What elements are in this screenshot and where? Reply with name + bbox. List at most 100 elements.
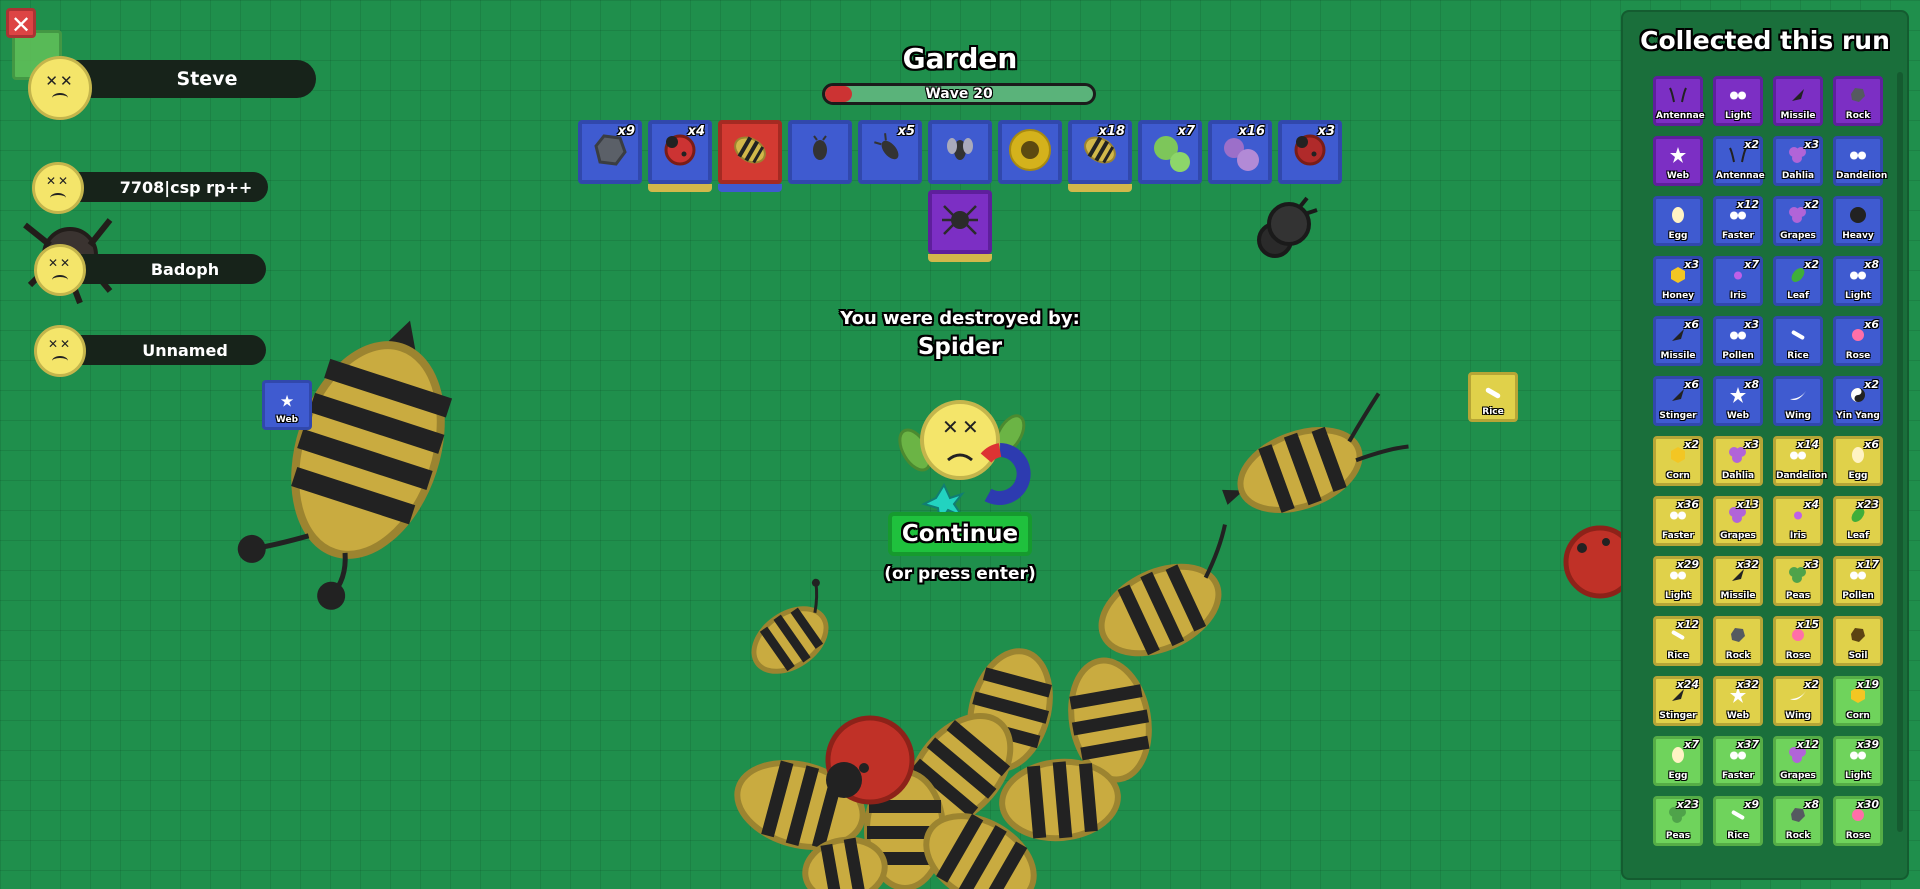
ground-drop-rice[interactable]: Rice <box>1468 372 1518 422</box>
collected-item-faster[interactable]: Faster x12 <box>1713 196 1763 246</box>
bee-mob <box>1222 392 1409 513</box>
collected-item-pollen[interactable]: Pollen x17 <box>1833 556 1883 606</box>
collected-item-iris[interactable]: Iris x7 <box>1713 256 1763 306</box>
collected-item-wing[interactable]: Wing x2 <box>1773 676 1823 726</box>
item-name: Light <box>1665 591 1691 601</box>
iris-icon <box>1791 508 1805 527</box>
collected-item-honey[interactable]: Honey x3 <box>1653 256 1703 306</box>
collected-item-faster[interactable]: Faster x36 <box>1653 496 1703 546</box>
collected-item-light[interactable]: Light x39 <box>1833 736 1883 786</box>
loadout-slot[interactable]: x16 <box>1208 120 1272 184</box>
loadout-slot[interactable]: x4 <box>648 120 712 192</box>
collected-item-leaf[interactable]: Leaf x2 <box>1773 256 1823 306</box>
item-name: Light <box>1845 291 1871 301</box>
collected-item-light[interactable]: Light x29 <box>1653 556 1703 606</box>
collected-item-light[interactable]: Light <box>1713 76 1763 126</box>
player-avatar-icon: ✕✕ <box>32 162 84 214</box>
collected-item-egg[interactable]: Egg <box>1653 196 1703 246</box>
collected-item-missile[interactable]: Missile x6 <box>1653 316 1703 366</box>
item-count: x8 <box>1804 798 1819 811</box>
item-count: x12 <box>1736 198 1759 211</box>
item-name: Rock <box>1725 651 1751 661</box>
collected-item-rock[interactable]: Rock x8 <box>1773 796 1823 846</box>
item-name: Grapes <box>1780 231 1816 241</box>
collected-item-web[interactable]: Web x32 <box>1713 676 1763 726</box>
loadout-slot[interactable] <box>998 120 1062 184</box>
collected-item-egg[interactable]: Egg x7 <box>1653 736 1703 786</box>
collected-item-leaf[interactable]: Leaf x23 <box>1833 496 1883 546</box>
item-name: Missile <box>1660 351 1696 361</box>
item-count: x3 <box>1804 138 1819 151</box>
item-name: Wing <box>1785 411 1811 421</box>
collected-item-stinger[interactable]: Stinger x6 <box>1653 376 1703 426</box>
collected-item-grapes[interactable]: Grapes x13 <box>1713 496 1763 546</box>
collected-item-peas[interactable]: Peas x23 <box>1653 796 1703 846</box>
item-count: x37 <box>1736 738 1759 751</box>
collected-item-rose[interactable]: Rose x15 <box>1773 616 1823 666</box>
collected-item-web[interactable]: Web <box>1653 136 1703 186</box>
loadout-slot[interactable]: x9 <box>578 120 642 184</box>
collected-item-corn[interactable]: Corn x2 <box>1653 436 1703 486</box>
item-name: Rice <box>1787 351 1809 361</box>
collected-item-iris[interactable]: Iris x4 <box>1773 496 1823 546</box>
item-count: x7 <box>1744 258 1759 271</box>
loadout-slot[interactable] <box>928 120 992 184</box>
item-count: x39 <box>1856 738 1879 751</box>
collected-item-antennae[interactable]: Antennae <box>1653 76 1705 126</box>
collected-item-rock[interactable]: Rock <box>1833 76 1883 126</box>
item-count: x9 <box>1744 798 1759 811</box>
secondary-slot[interactable] <box>928 190 992 262</box>
item-count: x2 <box>1804 198 1819 211</box>
collected-item-rose[interactable]: Rose x30 <box>1833 796 1883 846</box>
collected-item-faster[interactable]: Faster x37 <box>1713 736 1763 786</box>
slot-count: x4 <box>687 124 705 139</box>
collected-item-wing[interactable]: Wing <box>1773 376 1823 426</box>
collected-item-light[interactable]: Light x8 <box>1833 256 1883 306</box>
wave-progress-bar: Wave 20 <box>822 83 1096 105</box>
collected-item-rice[interactable]: Rice <box>1773 316 1823 366</box>
loadout-slot[interactable]: x5 <box>858 120 922 184</box>
item-name: Corn <box>1666 471 1690 481</box>
ground-drop-web[interactable]: ★ Web <box>262 380 312 430</box>
collected-item-missile[interactable]: Missile x32 <box>1713 556 1763 606</box>
loadout-slot[interactable] <box>718 120 782 192</box>
collected-title: Collected this run <box>1640 26 1890 55</box>
item-name: Stinger <box>1659 411 1697 421</box>
collected-item-yin-yang[interactable]: Yin Yang x2 <box>1833 376 1883 426</box>
collected-item-pollen[interactable]: Pollen x3 <box>1713 316 1763 366</box>
collected-item-dahlia[interactable]: Dahlia x3 <box>1713 436 1763 486</box>
antennae-icon <box>1668 86 1688 108</box>
collected-item-dahlia[interactable]: Dahlia x3 <box>1773 136 1823 186</box>
collected-item-web[interactable]: Web x8 <box>1713 376 1763 426</box>
collected-item-peas[interactable]: Peas x3 <box>1773 556 1823 606</box>
collected-item-soil[interactable]: Soil <box>1833 616 1883 666</box>
collected-item-stinger[interactable]: Stinger x24 <box>1653 676 1703 726</box>
collected-item-rock[interactable]: Rock <box>1713 616 1763 666</box>
item-count: x3 <box>1744 318 1759 331</box>
slot-count: x18 <box>1098 124 1125 139</box>
collected-item-heavy[interactable]: Heavy <box>1833 196 1883 246</box>
loadout-slot[interactable] <box>788 120 852 184</box>
collected-item-egg[interactable]: Egg x6 <box>1833 436 1883 486</box>
collected-item-dandelion[interactable]: Dandelion x14 <box>1773 436 1827 486</box>
collected-item-rose[interactable]: Rose x6 <box>1833 316 1883 366</box>
item-name: Honey <box>1661 291 1695 301</box>
collected-item-grapes[interactable]: Grapes x2 <box>1773 196 1823 246</box>
egg-icon <box>1670 205 1686 229</box>
loadout-slot[interactable]: x3 <box>1278 120 1342 184</box>
panel-scrollbar[interactable] <box>1897 72 1903 832</box>
collected-item-dandelion[interactable]: Dandelion <box>1833 136 1887 186</box>
item-name: Rose <box>1845 351 1871 361</box>
collected-item-rice[interactable]: Rice x9 <box>1713 796 1763 846</box>
item-count: x7 <box>1684 738 1699 751</box>
collected-item-missile[interactable]: Missile <box>1773 76 1823 126</box>
item-count: x12 <box>1676 618 1699 631</box>
close-button[interactable]: ✕ <box>6 8 36 39</box>
collected-item-antennae[interactable]: Antennae x2 <box>1713 136 1765 186</box>
collected-item-corn[interactable]: Corn x19 <box>1833 676 1883 726</box>
collected-item-grapes[interactable]: Grapes x12 <box>1773 736 1823 786</box>
collected-item-rice[interactable]: Rice x12 <box>1653 616 1703 666</box>
continue-button[interactable]: Continue <box>888 512 1032 556</box>
loadout-slot[interactable]: x7 <box>1138 120 1202 184</box>
loadout-slot[interactable]: x18 <box>1068 120 1132 192</box>
